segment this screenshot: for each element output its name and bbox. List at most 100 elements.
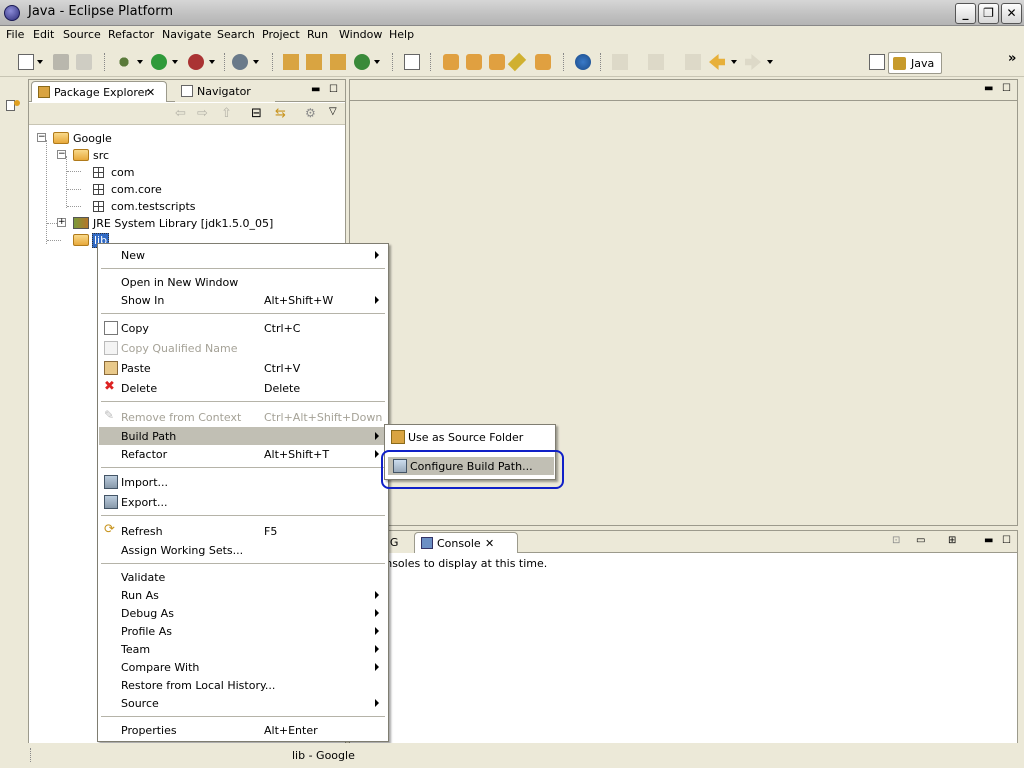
minimize-view-icon[interactable]: ▬ (984, 535, 993, 546)
menu-item-refresh[interactable]: ⟳ Refresh F5 (99, 522, 387, 540)
new-package-icon[interactable] (306, 54, 322, 70)
menu-item-remove-from-context[interactable]: ✎ Remove from Context Ctrl+Alt+Shift+Dow… (99, 408, 387, 426)
menu-item-team[interactable]: Team (99, 640, 387, 658)
menu-item-properties[interactable]: Properties Alt+Enter (99, 721, 387, 739)
menu-item-new[interactable]: New (99, 246, 387, 264)
external-tools-icon[interactable] (188, 54, 204, 70)
menu-item-build-path[interactable]: Build Path (99, 427, 387, 445)
menu-item-copy[interactable]: Copy Ctrl+C (99, 319, 387, 337)
next-annotation-icon[interactable] (612, 54, 628, 70)
forward-icon[interactable]: ⇨ (197, 106, 208, 121)
minimize-view-icon[interactable]: ▬ (984, 83, 993, 94)
shortcut-label: Delete (264, 382, 301, 395)
tab-package-explorer[interactable]: Package Explorer ✕ (31, 81, 167, 102)
collapse-icon[interactable]: − (57, 150, 66, 159)
open-folder-icon[interactable] (466, 54, 482, 70)
menu-item-refactor[interactable]: Refactor Alt+Shift+T (99, 445, 387, 463)
up-icon[interactable]: ⇧ (221, 106, 232, 121)
chevron-down-icon[interactable] (37, 60, 43, 64)
menu-item-paste[interactable]: Paste Ctrl+V (99, 359, 387, 377)
menu-item-restore-from-local-history[interactable]: Restore from Local History... (99, 676, 387, 694)
menu-edit[interactable]: Edit (33, 28, 54, 41)
menu-item-assign-working-sets[interactable]: Assign Working Sets... (99, 541, 387, 559)
prev-annotation-icon[interactable] (648, 54, 664, 70)
collapse-all-icon[interactable]: ⊟ (251, 106, 262, 121)
menu-search[interactable]: Search (217, 28, 255, 41)
new-class-icon[interactable] (330, 54, 346, 70)
link-with-editor-icon[interactable]: ⇆ (275, 106, 286, 121)
chevron-down-icon[interactable] (172, 60, 178, 64)
view-menu-icon[interactable]: ▽ (329, 106, 337, 117)
collapse-icon[interactable]: − (37, 133, 46, 142)
menu-item-export[interactable]: Export... (99, 493, 387, 511)
chevron-down-icon[interactable] (253, 60, 259, 64)
menu-project[interactable]: Project (262, 28, 300, 41)
expand-icon[interactable]: + (57, 218, 66, 227)
menu-item-compare-with[interactable]: Compare With (99, 658, 387, 676)
maximize-view-icon[interactable]: ☐ (329, 84, 338, 95)
title-bar: Java - Eclipse Platform _ ❐ ✕ (0, 0, 1024, 26)
chevron-down-icon[interactable] (767, 60, 773, 64)
menu-item-debug-as[interactable]: Debug As (99, 604, 387, 622)
debug-bug-icon[interactable] (116, 54, 132, 70)
menu-item-source[interactable]: Source (99, 694, 387, 712)
chevron-down-icon[interactable] (731, 60, 737, 64)
menu-item-show-in[interactable]: Show In Alt+Shift+W (99, 291, 387, 309)
back-arrow-icon[interactable] (709, 54, 725, 70)
menu-refactor[interactable]: Refactor (108, 28, 154, 41)
chevron-down-icon[interactable] (374, 60, 380, 64)
save-icon[interactable] (53, 54, 69, 70)
maximize-view-icon[interactable]: ☐ (1002, 83, 1011, 94)
open-task-icon[interactable] (404, 54, 420, 70)
minimize-view-icon[interactable]: ▬ (311, 84, 320, 95)
menu-item-use-as-source-folder[interactable]: Use as Source Folder (386, 428, 554, 446)
pencil-icon[interactable] (507, 52, 527, 72)
menu-help[interactable]: Help (389, 28, 414, 41)
close-icon[interactable]: ✕ (146, 86, 155, 99)
menu-file[interactable]: File (6, 28, 24, 41)
tab-console[interactable]: Console ✕ (414, 532, 518, 553)
pin-console-icon[interactable]: ⊡ (892, 535, 900, 546)
filters-icon[interactable]: ⚙ (305, 106, 316, 120)
open-perspective-icon[interactable] (869, 54, 885, 70)
display-console-icon[interactable]: ▭ (916, 535, 925, 546)
open-type-icon[interactable] (354, 54, 370, 70)
menu-source[interactable]: Source (63, 28, 101, 41)
menu-item-open-in-new-window[interactable]: Open in New Window (99, 273, 387, 291)
run-icon[interactable] (151, 54, 167, 70)
back-icon[interactable]: ⇦ (175, 106, 186, 121)
last-edit-icon[interactable] (685, 54, 701, 70)
new-java-project-icon[interactable] (283, 54, 299, 70)
search-icon[interactable] (232, 54, 248, 70)
maximize-view-icon[interactable]: ☐ (1002, 535, 1011, 546)
menu-navigate[interactable]: Navigate (162, 28, 211, 41)
menu-item-copy-qualified-name[interactable]: Copy Qualified Name (99, 339, 387, 357)
java-perspective-button[interactable]: Java (888, 52, 942, 74)
menu-item-import[interactable]: Import... (99, 473, 387, 491)
menu-item-delete[interactable]: ✖ Delete Delete (99, 379, 387, 397)
menu-run[interactable]: Run (307, 28, 328, 41)
restore-button[interactable]: ❐ (978, 3, 999, 24)
new-wizard-icon[interactable] (18, 54, 34, 70)
tab-navigator[interactable]: Navigator (175, 81, 275, 102)
toolbar-overflow[interactable]: » (1008, 51, 1016, 66)
submenu-arrow-icon (375, 663, 379, 671)
forward-arrow-icon[interactable] (745, 54, 761, 70)
testng-icon[interactable] (443, 54, 459, 70)
close-button[interactable]: ✕ (1001, 3, 1022, 24)
folder-open-icon[interactable] (535, 54, 551, 70)
chevron-down-icon[interactable] (209, 60, 215, 64)
menu-item-profile-as[interactable]: Profile As (99, 622, 387, 640)
perspective-label: Java (911, 57, 935, 70)
menu-item-run-as[interactable]: Run As (99, 586, 387, 604)
menu-item-validate[interactable]: Validate (99, 568, 387, 586)
folder-icon[interactable] (489, 54, 505, 70)
open-console-icon[interactable]: ⊞ (948, 535, 956, 546)
print-icon[interactable] (76, 54, 92, 70)
minimize-button[interactable]: _ (955, 3, 976, 24)
globe-icon[interactable] (575, 54, 591, 70)
show-view-icon[interactable] (4, 97, 22, 115)
close-icon[interactable]: ✕ (485, 537, 494, 550)
menu-window[interactable]: Window (339, 28, 382, 41)
chevron-down-icon[interactable] (137, 60, 143, 64)
